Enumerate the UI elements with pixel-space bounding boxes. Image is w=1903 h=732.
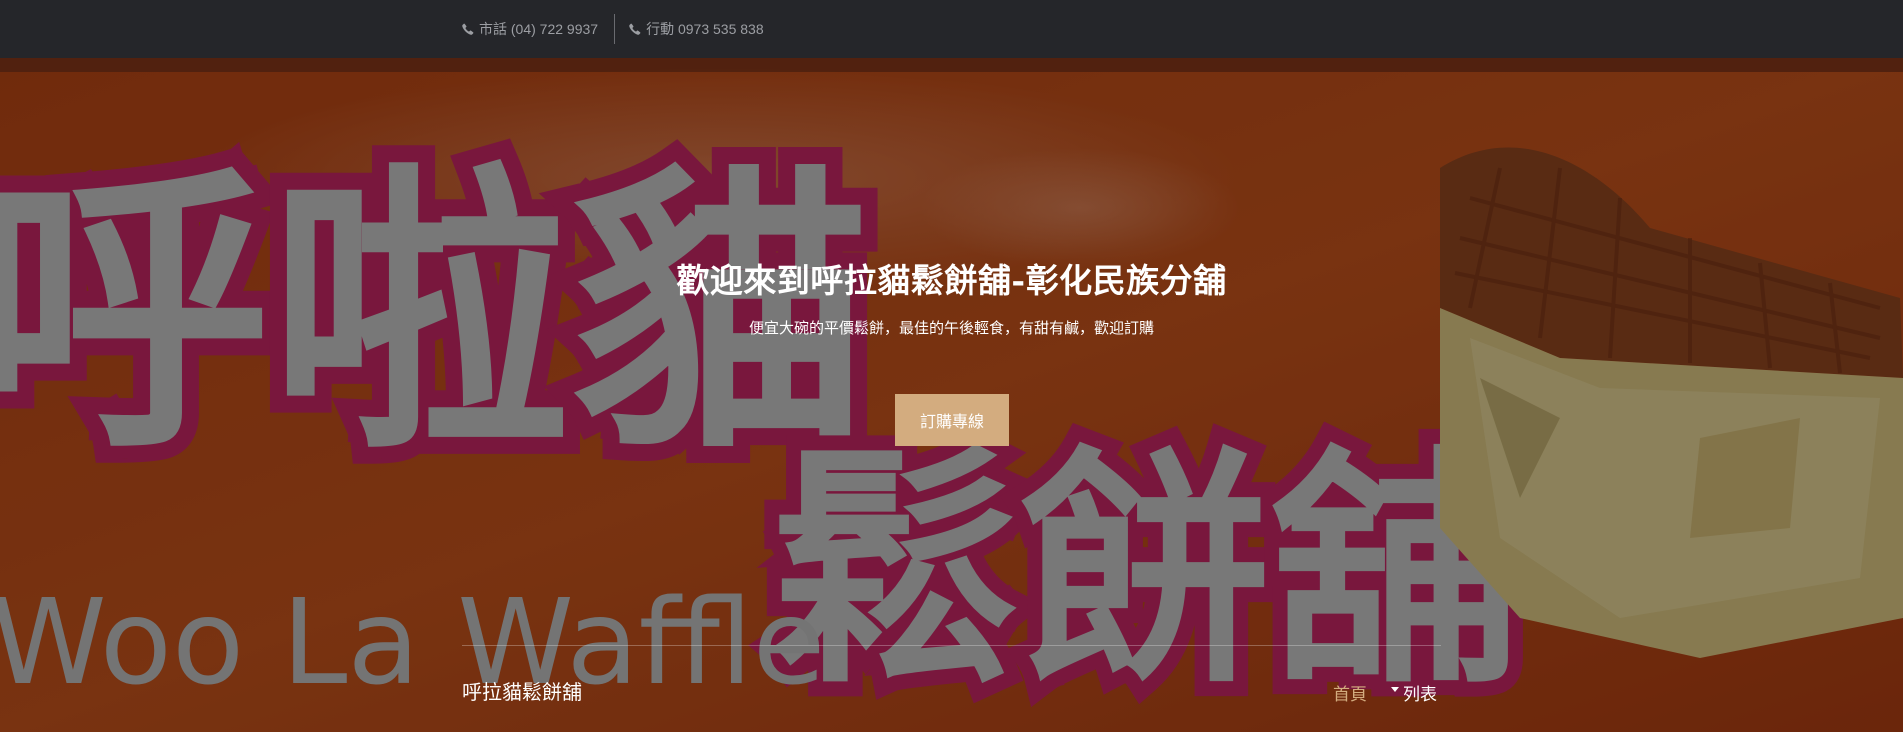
hero-subtitle: 便宜大碗的平價鬆餅，最佳的午後輕食，有甜有鹹，歡迎訂購 <box>748 319 1154 337</box>
mobile-contact[interactable]: 行動 0973 535 838 <box>629 19 764 39</box>
hero-banner: 呼啦貓 鬆餅舖 Woo La Waffle 歡迎來到呼拉貓鬆餅舖-彰化民族分舖 … <box>0 58 1903 732</box>
order-hotline-button[interactable]: 訂購專線 <box>895 394 1009 446</box>
nav-item-list[interactable]: 列表 <box>1391 680 1437 705</box>
caret-down-icon <box>1391 687 1399 692</box>
phone-icon <box>629 23 641 35</box>
site-brand[interactable]: 呼拉貓鬆餅舖 <box>462 676 582 705</box>
landline-text: 市話 (04) 722 9937 <box>479 21 599 37</box>
mobile-text: 行動 0973 535 838 <box>646 21 764 37</box>
top-contact-bar: 市話 (04) 722 9937 行動 0973 535 838 <box>0 0 1903 58</box>
phone-icon <box>462 23 474 35</box>
nav-item-home[interactable]: 首頁 <box>1333 680 1367 705</box>
hero-title: 歡迎來到呼拉貓鬆餅舖-彰化民族分舖 <box>676 261 1227 300</box>
contact-divider <box>614 14 616 44</box>
landline-contact[interactable]: 市話 (04) 722 9937 <box>462 19 598 39</box>
nav-item-list-label: 列表 <box>1403 685 1437 705</box>
nav-divider-line <box>462 645 1441 646</box>
